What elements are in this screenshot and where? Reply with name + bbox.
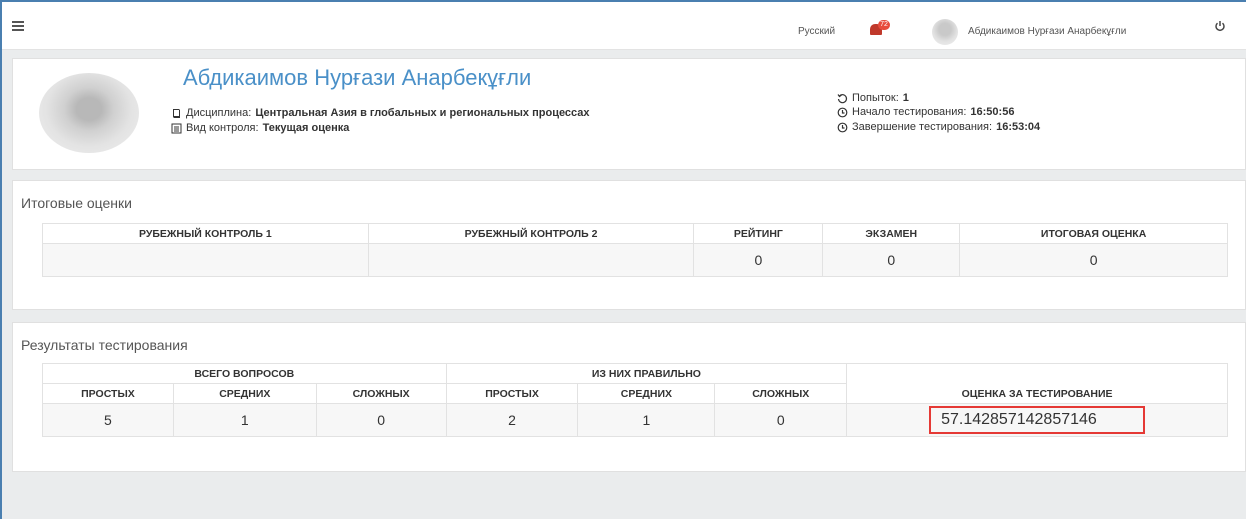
- page-title: Абдикаимов Нурғази Анарбекұғли: [183, 65, 532, 90]
- user-menu[interactable]: Абдикаимов Нурғази Анарбекұғли: [968, 26, 1126, 37]
- table-header: ИТОГОВАЯ ОЦЕНКА: [959, 223, 1228, 244]
- history-icon: [837, 93, 848, 103]
- start-value: 16:50:56: [970, 106, 1015, 118]
- score-cell: 57.142857142857146: [846, 403, 1228, 437]
- end-value: 16:53:04: [996, 121, 1041, 133]
- top-navbar: Русский 72 Абдикаимов Нурғази Анарбекұғл…: [2, 2, 1246, 50]
- table-header: РУБЕЖНЫЙ КОНТРОЛЬ 2: [367, 223, 695, 244]
- profile-avatar: [39, 73, 139, 153]
- book-icon: [173, 108, 180, 118]
- table-header: СРЕДНИХ: [172, 383, 317, 404]
- profile-panel: Абдикаимов Нурғази Анарбекұғли Дисциплин…: [12, 58, 1246, 170]
- test-results-panel: Результаты тестирования ВСЕГО ВОПРОСОВ И…: [12, 322, 1246, 472]
- attempts-row: Попыток: 1: [837, 92, 909, 104]
- table-cell: [42, 243, 369, 277]
- language-selector[interactable]: Русский: [798, 26, 835, 37]
- table-header-row: РУБЕЖНЫЙ КОНТРОЛЬ 1 РУБЕЖНЫЙ КОНТРОЛЬ 2 …: [42, 223, 1228, 244]
- discipline-value: Центральная Азия в глобальных и регионал…: [255, 107, 590, 119]
- table-cell: 2: [445, 403, 579, 437]
- table-cell: 0: [693, 243, 824, 277]
- end-time-row: Завершение тестирования: 16:53:04: [837, 121, 1040, 133]
- table-header: СРЕДНИХ: [577, 383, 716, 404]
- table-header: СЛОЖНЫХ: [315, 383, 447, 404]
- section-title: Итоговые оценки: [21, 195, 132, 211]
- test-score-value: 57.142857142857146: [929, 406, 1146, 434]
- notifications-icon[interactable]: 72: [870, 20, 890, 36]
- control-value: Текущая оценка: [262, 122, 350, 134]
- window-frame-left: [0, 0, 2, 519]
- table-cell: [367, 243, 695, 277]
- table-cell: 0: [315, 403, 447, 437]
- table-header: ЭКЗАМЕН: [822, 223, 961, 244]
- table-cell: 1: [172, 403, 317, 437]
- table-cell: 0: [714, 403, 848, 437]
- table-header: ИЗ НИХ ПРАВИЛЬНО: [445, 363, 848, 384]
- start-time-row: Начало тестирования: 16:50:56: [837, 106, 1014, 118]
- power-icon[interactable]: [1214, 20, 1226, 32]
- test-results-table: ВСЕГО ВОПРОСОВ ИЗ НИХ ПРАВИЛЬНО ОЦЕНКА З…: [42, 363, 1228, 437]
- table-row: 0 0 0: [42, 243, 1228, 277]
- table-cell: 0: [822, 243, 961, 277]
- control-row: Вид контроля: Текущая оценка: [171, 122, 349, 134]
- final-grades-panel: Итоговые оценки РУБЕЖНЫЙ КОНТРОЛЬ 1 РУБЕ…: [12, 180, 1246, 310]
- final-grades-table: РУБЕЖНЫЙ КОНТРОЛЬ 1 РУБЕЖНЫЙ КОНТРОЛЬ 2 …: [42, 223, 1228, 277]
- table-header: ОЦЕНКА ЗА ТЕСТИРОВАНИЕ: [846, 363, 1228, 404]
- clock-icon: [837, 107, 848, 117]
- list-icon: [171, 123, 182, 133]
- table-cell: 0: [959, 243, 1228, 277]
- table-header: ВСЕГО ВОПРОСОВ: [42, 363, 447, 384]
- discipline-row: Дисциплина: Центральная Азия в глобальны…: [171, 107, 590, 119]
- control-label: Вид контроля:: [186, 122, 259, 134]
- notification-badge: 72: [878, 20, 890, 30]
- table-header: РЕЙТИНГ: [693, 223, 824, 244]
- table-cell: 5: [42, 403, 174, 437]
- table-header: ПРОСТЫХ: [445, 383, 579, 404]
- table-header: СЛОЖНЫХ: [714, 383, 848, 404]
- menu-icon[interactable]: [12, 21, 24, 31]
- section-title: Результаты тестирования: [21, 337, 188, 353]
- table-header: РУБЕЖНЫЙ КОНТРОЛЬ 1: [42, 223, 369, 244]
- table-cell: 1: [577, 403, 716, 437]
- table-row: 5 1 0 2 1 0 57.142857142857146: [42, 403, 1228, 437]
- table-header-row: ВСЕГО ВОПРОСОВ ИЗ НИХ ПРАВИЛЬНО ОЦЕНКА З…: [42, 363, 1228, 404]
- attempts-label: Попыток:: [852, 92, 899, 104]
- start-label: Начало тестирования:: [852, 106, 967, 118]
- table-header: ПРОСТЫХ: [42, 383, 174, 404]
- clock-icon: [837, 122, 848, 132]
- discipline-label: Дисциплина:: [186, 107, 252, 119]
- attempts-value: 1: [902, 92, 909, 104]
- avatar[interactable]: [932, 19, 958, 45]
- end-label: Завершение тестирования:: [852, 121, 993, 133]
